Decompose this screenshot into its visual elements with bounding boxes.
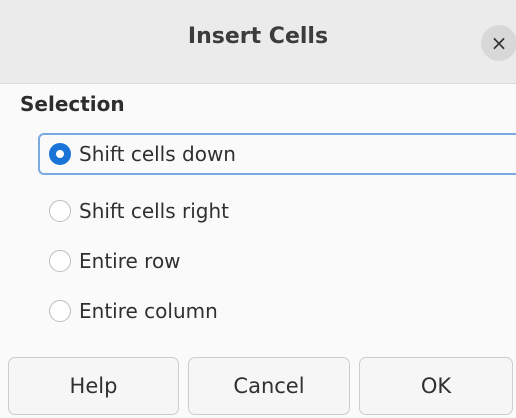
radio-shift-cells-right[interactable]: Shift cells right xyxy=(38,190,516,232)
insert-cells-dialog: Insert Cells × Selection Shift cells dow… xyxy=(0,0,516,418)
radio-label: Entire column xyxy=(79,299,218,323)
radio-shift-cells-down[interactable]: Shift cells down xyxy=(38,133,516,175)
radio-indicator[interactable] xyxy=(49,200,71,222)
radio-label: Shift cells right xyxy=(79,199,229,223)
radio-indicator-checked[interactable] xyxy=(49,143,71,165)
radio-indicator[interactable] xyxy=(49,300,71,322)
radio-entire-row[interactable]: Entire row xyxy=(38,240,516,282)
radio-entire-column[interactable]: Entire column xyxy=(38,290,516,332)
help-button[interactable]: Help xyxy=(8,357,179,415)
close-icon: × xyxy=(490,31,508,55)
dialog-title: Insert Cells xyxy=(187,24,329,49)
close-button[interactable]: × xyxy=(481,25,516,61)
cancel-button[interactable]: Cancel xyxy=(188,357,350,415)
title-bar: Insert Cells × xyxy=(0,0,516,84)
radio-indicator[interactable] xyxy=(49,250,71,272)
radio-label: Shift cells down xyxy=(79,142,236,166)
selection-label: Selection xyxy=(20,92,125,116)
ok-button[interactable]: OK xyxy=(359,357,513,415)
radio-label: Entire row xyxy=(79,249,181,273)
